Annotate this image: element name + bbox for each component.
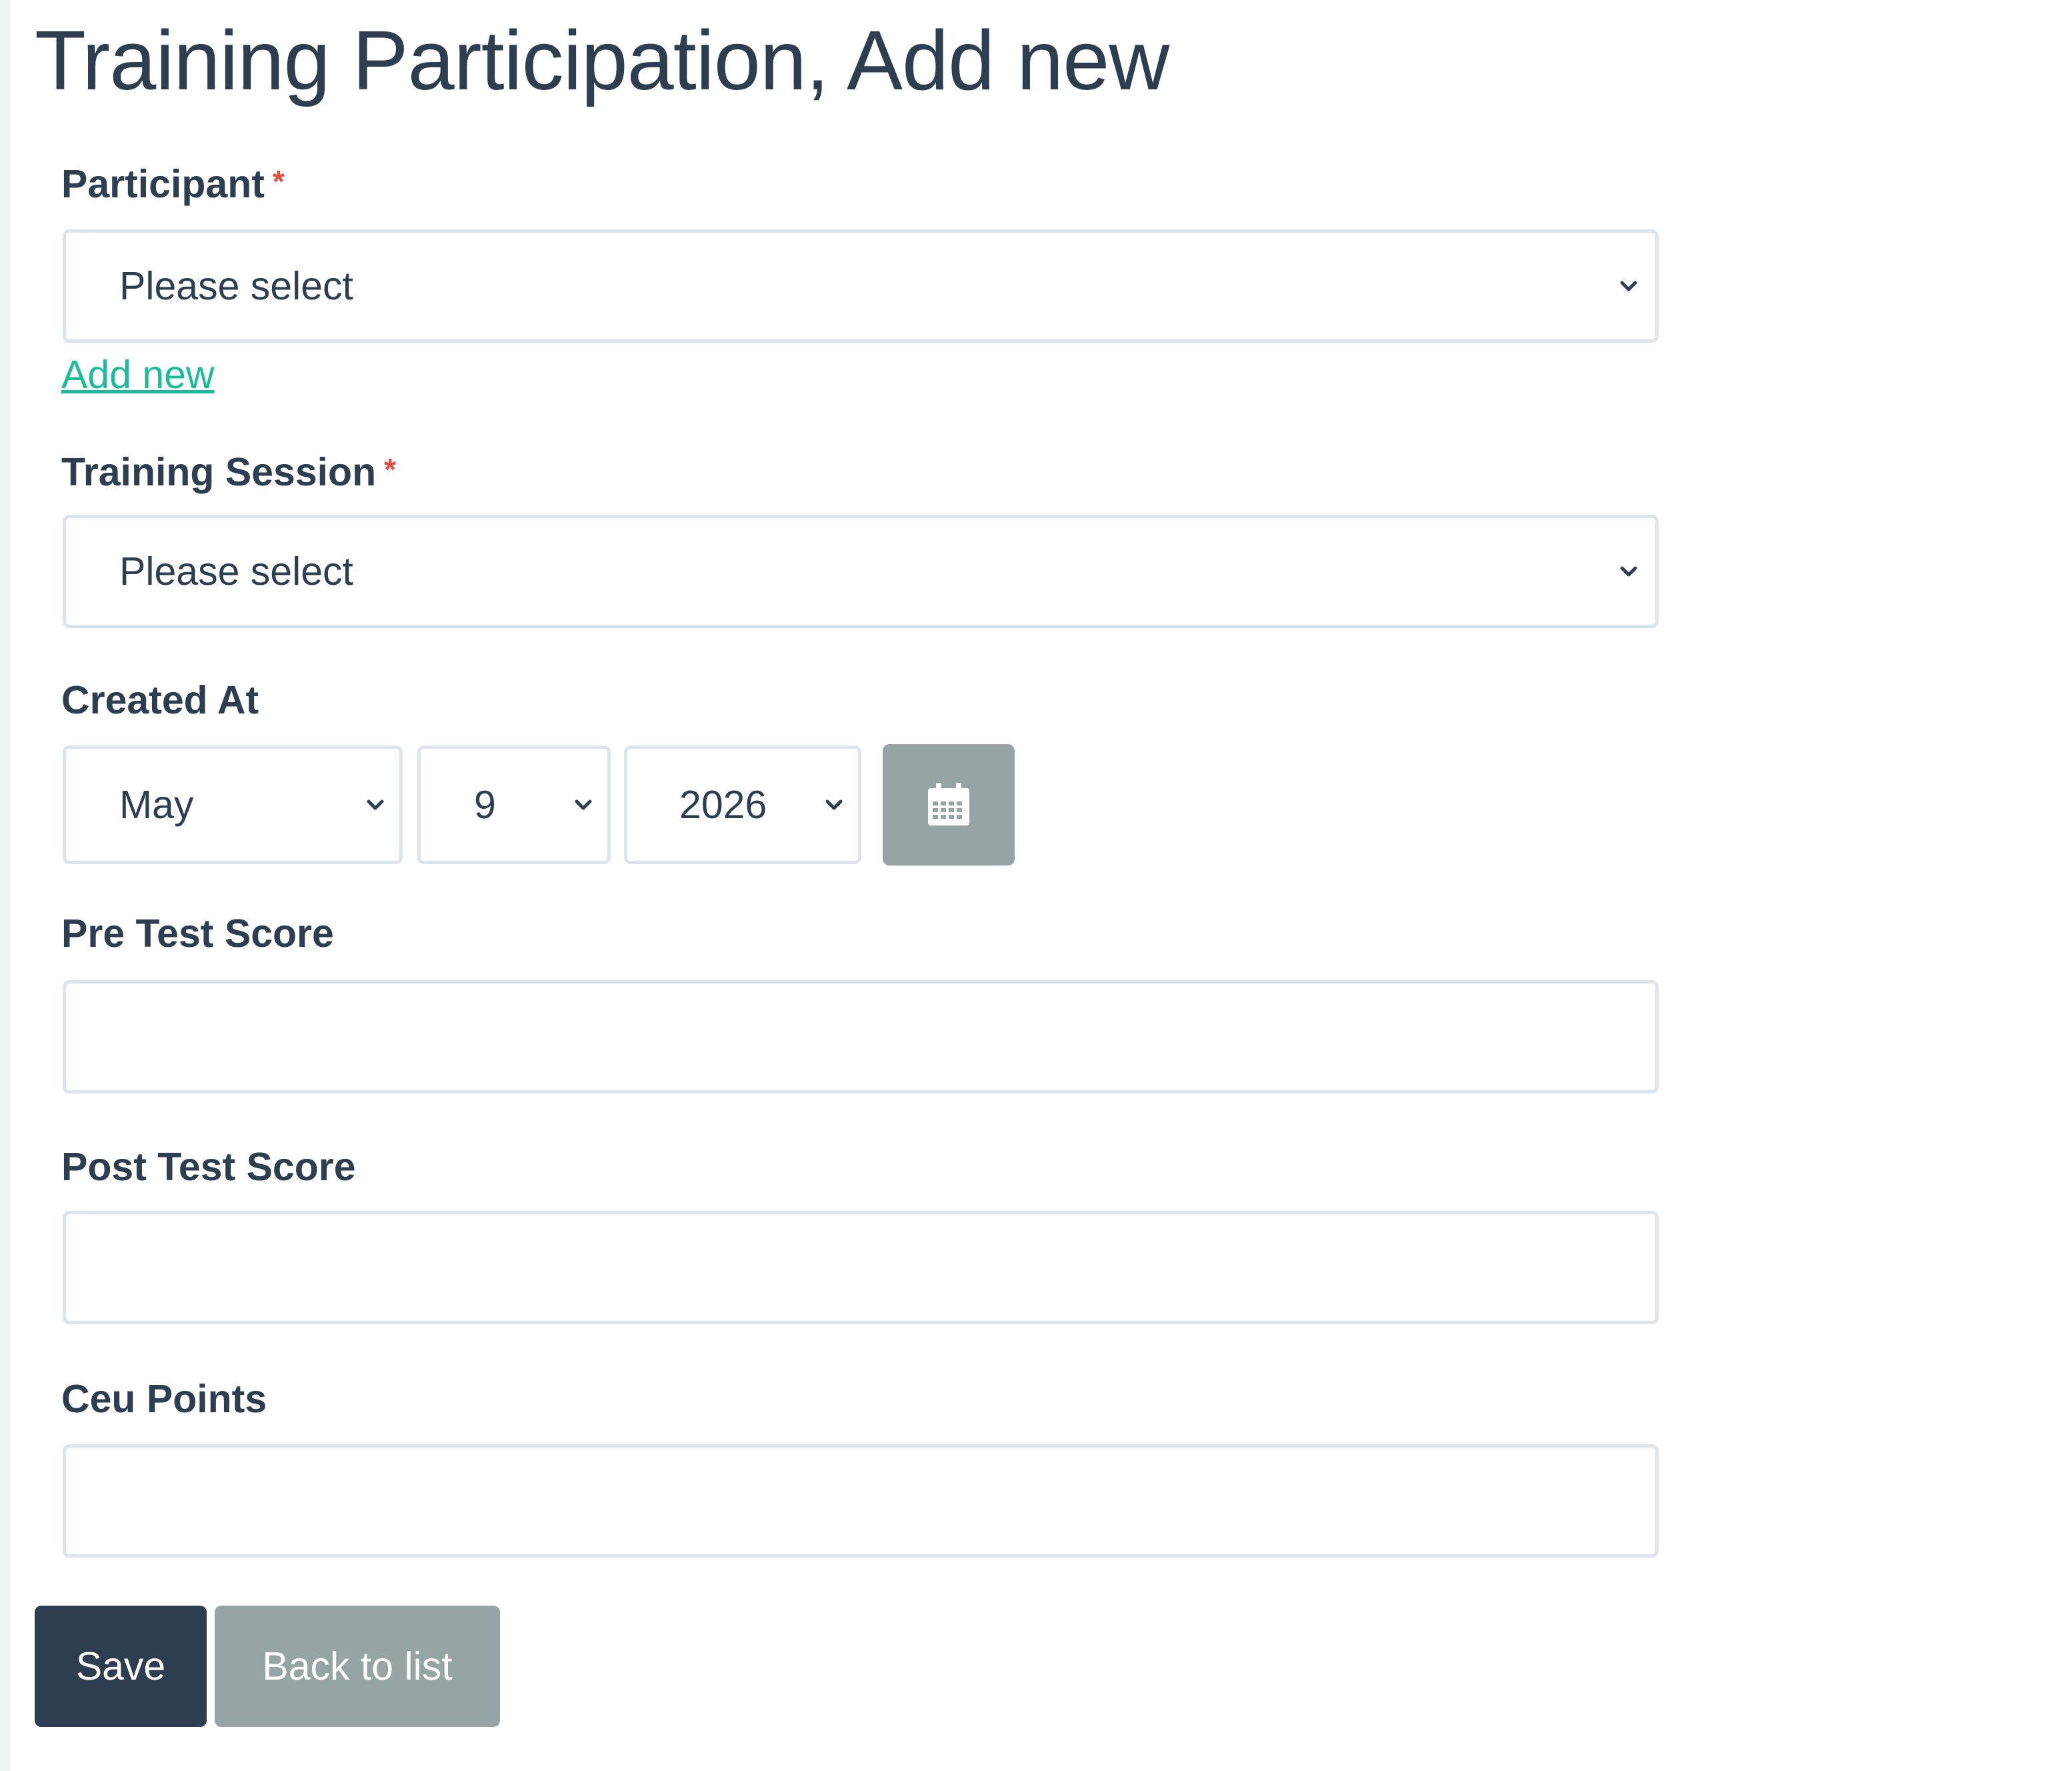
ceu-points-label: Ceu Points [61, 1377, 267, 1421]
created-at-year-value: 2026 [679, 783, 767, 827]
save-button[interactable]: Save [35, 1606, 207, 1727]
created-at-label: Created At [61, 678, 259, 722]
training-session-select-value: Please select [119, 549, 353, 593]
calendar-button[interactable] [883, 744, 1015, 865]
pre-test-score-label: Pre Test Score [61, 912, 334, 956]
chevron-down-icon [1620, 566, 1637, 577]
chevron-down-icon [825, 799, 843, 810]
participant-select[interactable]: Please select [63, 229, 1659, 343]
pre-test-score-input[interactable] [63, 980, 1659, 1094]
chevron-down-icon [1620, 281, 1637, 291]
participant-label: Participant * [61, 160, 285, 208]
participant-label-text: Participant [61, 162, 265, 206]
training-session-required-mark: * [384, 452, 397, 487]
chevron-down-icon [575, 799, 592, 810]
ceu-points-input[interactable] [63, 1444, 1659, 1558]
left-edge-strip [0, 0, 11, 1771]
participant-required-mark: * [272, 164, 285, 199]
calendar-icon [928, 783, 969, 825]
created-at-month-value: May [119, 783, 194, 827]
training-session-select[interactable]: Please select [63, 515, 1659, 628]
page-title: Training Participation, Add new [35, 13, 1169, 107]
post-test-score-input[interactable] [63, 1211, 1659, 1324]
back-to-list-button[interactable]: Back to list [215, 1606, 500, 1727]
post-test-score-label: Post Test Score [61, 1145, 356, 1189]
training-session-label-text: Training Session [61, 450, 377, 494]
created-at-day-value: 9 [474, 783, 496, 827]
add-new-participant-link[interactable]: Add new [61, 351, 215, 399]
participant-select-value: Please select [119, 264, 353, 308]
chevron-down-icon [367, 799, 384, 810]
form-page: Training Participation, Add new Particip… [35, 0, 2072, 1771]
created-at-month-select[interactable]: May [63, 745, 403, 864]
created-at-day-select[interactable]: 9 [417, 745, 611, 864]
created-at-year-select[interactable]: 2026 [624, 745, 861, 864]
training-session-label: Training Session * [61, 448, 396, 496]
